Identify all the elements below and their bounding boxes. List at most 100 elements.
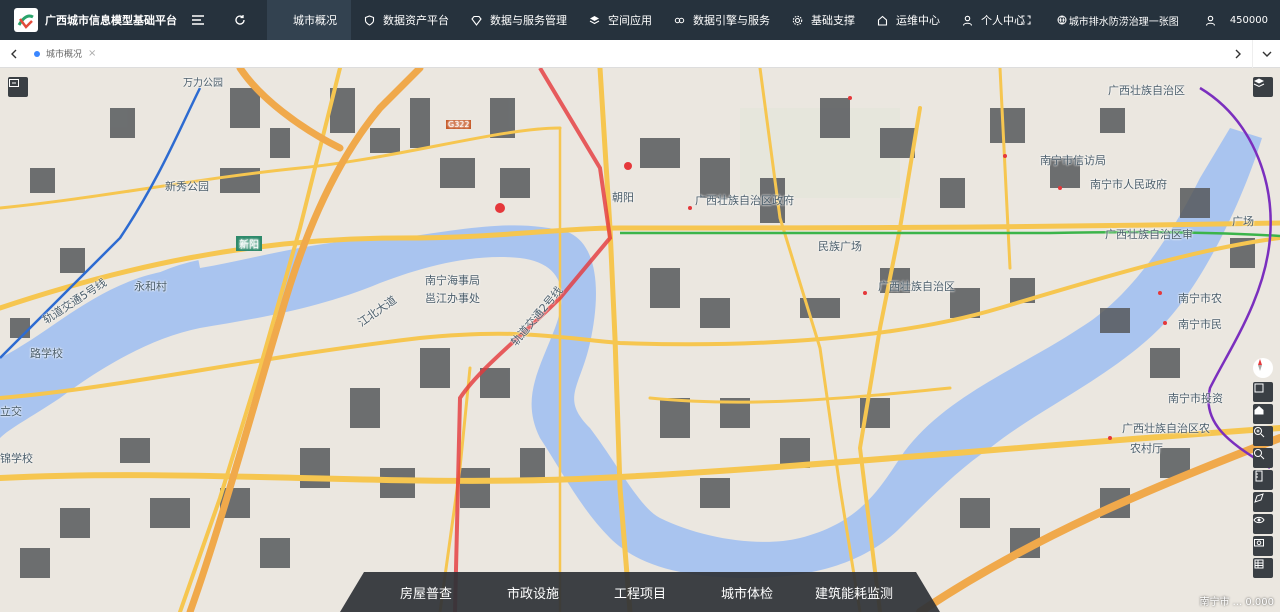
nav-item-spatial-app[interactable]: 空间应用 (578, 0, 663, 40)
nav-item-data-engine[interactable]: 数据引擎与服务 (663, 0, 781, 40)
nav-item-data-asset[interactable]: 数据资产平台 (353, 0, 460, 40)
module-building-energy[interactable]: 建筑能耗监测 (801, 583, 908, 602)
nav-label: 数据引擎与服务 (693, 14, 770, 27)
link-icon (674, 15, 685, 26)
compass-button[interactable] (1253, 358, 1273, 378)
nav-item-city-overview[interactable]: 城市概况 (267, 0, 351, 40)
map-label: 广西壮族自治区农 (1122, 422, 1210, 435)
map-label: 锦学校 (0, 452, 33, 465)
compass-icon (1258, 359, 1262, 371)
drainage-map-label: 城市排水防涝治理一张图 (1068, 16, 1179, 28)
cube-icon (1254, 383, 1264, 393)
close-icon[interactable]: × (88, 48, 96, 59)
map-label: 广西壮族自治区审 (1105, 228, 1193, 241)
drainage-map-link[interactable]: 城市排水防涝治理一张图 (1057, 13, 1179, 28)
map-label: 路学校 (30, 347, 63, 360)
table-button[interactable] (1253, 558, 1273, 578)
gear-icon (792, 15, 803, 26)
measure-button[interactable] (1253, 470, 1273, 490)
home-icon (877, 15, 888, 26)
map-label: 南宁市人民政府 (1090, 178, 1167, 191)
layers-icon (589, 15, 600, 26)
map-label: 南宁市民 (1178, 318, 1222, 331)
header-right: 城市排水防涝治理一张图 450000 (1021, 0, 1280, 40)
city-map[interactable]: 万力公园 新秀公园 新阳 永和村 南宁海事局 邕江办事处 江北大道 路学校 立交… (0, 68, 1280, 612)
table-icon (1254, 559, 1264, 569)
map-label: 广西壮族自治区 (878, 280, 955, 293)
map-panel-toggle-button[interactable] (8, 77, 28, 97)
map-label: 新秀公园 (165, 180, 209, 193)
module-city-checkup[interactable]: 城市体检 (694, 583, 801, 602)
nav-label: 基础支撑 (811, 14, 855, 27)
gem-icon (471, 15, 482, 26)
draw-icon (1254, 493, 1264, 503)
nav-item-infra[interactable]: 基础支撑 (781, 0, 866, 40)
bottom-module-menu: 房屋普查 市政设施 工程项目 城市体检 建筑能耗监测 (340, 572, 940, 612)
main-nav: 城市概况 数据资产平台 数据与服务管理 空间应用 数据引擎与服务 基础支撑 运维… (267, 0, 1036, 40)
visibility-button[interactable] (1253, 514, 1273, 534)
map-label: 广场 (1232, 215, 1254, 228)
tab-bar: 城市概况 × (0, 39, 1280, 68)
map-label: 广西壮族自治区政府 (695, 194, 794, 207)
module-engineering-projects[interactable]: 工程项目 (587, 583, 694, 602)
ruler-icon (1255, 470, 1263, 482)
map-label: 万力公园 (183, 78, 223, 89)
zoom-in-icon (1254, 427, 1265, 438)
panel-icon (9, 79, 19, 87)
nav-label: 运维中心 (896, 14, 940, 27)
refresh-icon[interactable] (233, 13, 247, 27)
chevron-left-icon (11, 49, 17, 58)
layers-icon (1253, 78, 1265, 88)
nav-label: 空间应用 (608, 14, 652, 27)
map-label: 南宁市农 (1178, 292, 1222, 305)
tab-scroll-right-button[interactable] (1224, 40, 1252, 68)
3d-view-button[interactable] (1253, 382, 1273, 402)
search-icon (1254, 449, 1265, 460)
module-municipal-facilities[interactable]: 市政设施 (480, 583, 587, 602)
user-menu[interactable]: 450000 (1205, 15, 1268, 26)
user-icon (1205, 15, 1215, 26)
coordinate-status: 南宁市 ... 0.000 (1199, 597, 1274, 608)
map-canvas (0, 68, 1280, 612)
active-dot-icon (34, 50, 40, 57)
camera-icon (1254, 539, 1264, 547)
tab-more-button[interactable] (1252, 39, 1280, 68)
chevron-right-icon (1235, 49, 1241, 58)
nav-label: 城市概况 (293, 14, 337, 27)
map-label: 南宁市信访局 (1040, 154, 1106, 167)
app-logo (14, 8, 38, 32)
shield-icon (364, 14, 375, 26)
draw-button[interactable] (1253, 492, 1273, 512)
map-label: 民族广场 (818, 240, 862, 253)
nav-item-data-service[interactable]: 数据与服务管理 (460, 0, 578, 40)
module-housing-survey[interactable]: 房屋普查 (373, 583, 480, 602)
tab-city-overview[interactable]: 城市概况 × (28, 40, 102, 68)
nav-label: 个人中心 (981, 14, 1025, 27)
map-label: 南宁市投资 (1168, 392, 1223, 405)
map-label: 广西壮族自治区 (1108, 84, 1185, 97)
search-button[interactable] (1253, 448, 1273, 468)
top-navbar: 广西城市信息模型基础平台 城市概况 数据资产平台 数据与服务管理 空间应用 数据… (0, 0, 1280, 40)
nav-label: 数据与服务管理 (490, 14, 567, 27)
nav-item-ops-center[interactable]: 运维中心 (866, 0, 951, 40)
tab-scroll-left-button[interactable] (0, 40, 28, 68)
layers-button[interactable] (1253, 77, 1273, 97)
home-icon (1254, 406, 1264, 415)
map-label: 农村厅 (1130, 442, 1163, 455)
fullscreen-icon[interactable] (1021, 15, 1031, 25)
user-icon (962, 15, 973, 26)
user-code: 450000 (1229, 14, 1268, 26)
home-view-button[interactable] (1253, 404, 1273, 424)
screenshot-button[interactable] (1253, 536, 1273, 556)
road-shield: G322 (446, 120, 472, 129)
map-label: 南宁海事局 (425, 274, 480, 287)
chevron-down-icon (1262, 51, 1271, 57)
nav-label: 数据资产平台 (383, 14, 449, 27)
map-label: 永和村 (134, 280, 167, 293)
zoom-in-button[interactable] (1253, 426, 1273, 446)
menu-toggle-icon[interactable] (191, 13, 205, 27)
app-title: 广西城市信息模型基础平台 (45, 14, 177, 27)
map-label: 朝阳 (612, 191, 634, 204)
tab-label: 城市概况 (46, 50, 83, 60)
map-label: 新阳 (236, 236, 262, 251)
